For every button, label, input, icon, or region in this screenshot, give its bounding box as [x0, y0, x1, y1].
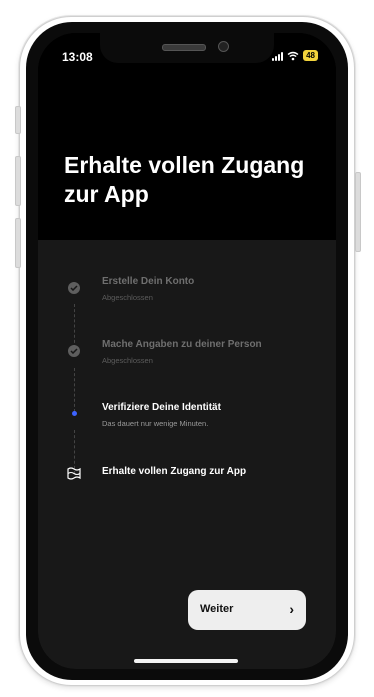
- step-subtitle: Abgeschlossen: [102, 293, 153, 302]
- status-icons: 48: [272, 50, 318, 61]
- header: Erhalte vollen Zugang zur App: [38, 33, 336, 240]
- check-circle-icon: [66, 343, 82, 359]
- chevron-right-icon: ›: [289, 601, 294, 617]
- side-button-volume-down: [15, 218, 21, 268]
- steps-list: Erstelle Dein Konto Abgeschlossen Mache …: [38, 240, 336, 669]
- check-circle-icon: [66, 280, 82, 296]
- wifi-icon: [287, 51, 299, 60]
- step-title: Erstelle Dein Konto: [102, 276, 195, 287]
- side-button-volume-up: [15, 156, 21, 206]
- side-button-mute: [15, 106, 21, 134]
- step-subtitle: Das dauert nur wenige Minuten.: [102, 419, 209, 428]
- step-title: Verifiziere Deine Identität: [102, 402, 221, 413]
- app-screen: Erhalte vollen Zugang zur App 13:08 48 E…: [38, 33, 336, 669]
- step-connector: [74, 304, 75, 348]
- cellular-signal-icon: [272, 51, 284, 61]
- notch: [100, 33, 274, 63]
- current-step-dot-icon: [66, 405, 82, 421]
- continue-label: Weiter: [200, 603, 234, 615]
- status-time: 13:08: [62, 50, 93, 64]
- home-indicator[interactable]: [134, 659, 238, 663]
- battery-icon: 48: [303, 50, 318, 61]
- speaker: [162, 44, 206, 51]
- step-subtitle: Abgeschlossen: [102, 356, 153, 365]
- continue-button[interactable]: Weiter ›: [188, 590, 306, 630]
- front-camera: [218, 41, 229, 52]
- step-title: Erhalte vollen Zugang zur App: [102, 466, 247, 477]
- page-title: Erhalte vollen Zugang zur App: [64, 152, 305, 207]
- flag-icon: [66, 467, 82, 483]
- step-title: Mache Angaben zu deiner Person: [102, 339, 262, 350]
- side-button-power: [355, 172, 361, 252]
